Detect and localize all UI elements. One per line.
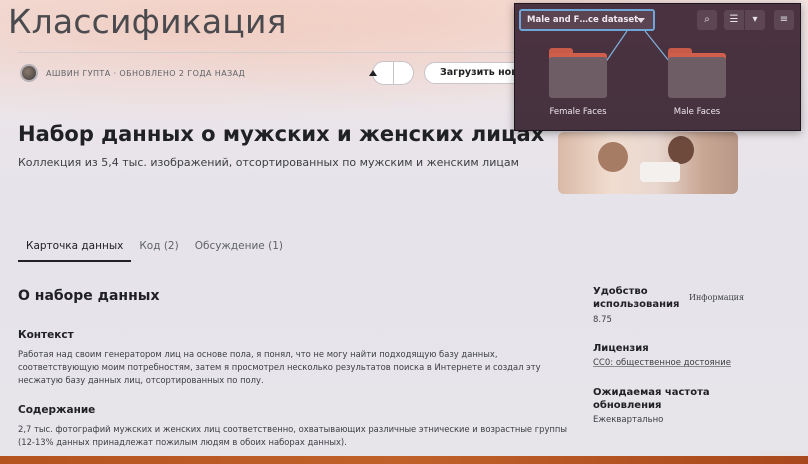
content-text: 2,7 тыс. фотографий мужских и женских ли… (18, 424, 567, 447)
tab-code[interactable]: Код (2) (131, 240, 186, 262)
upvote-arrow-icon (369, 70, 377, 76)
tab-bar: Карточка данных Код (2) Обсуждение (1) (18, 240, 291, 262)
dataset-subtitle: Коллекция из 5,4 тыс. изображений, отсор… (18, 156, 519, 169)
license-link[interactable]: CC0: общественное достояние (593, 358, 731, 368)
content-heading: Содержание (18, 404, 96, 416)
usability-info-link[interactable]: Информация (689, 293, 744, 302)
dataset-title: Набор данных о мужских и женских лицах (18, 122, 545, 146)
vote-divider (393, 62, 394, 84)
folder-label[interactable]: Male Faces (647, 107, 747, 117)
page-title: Классификация (8, 2, 287, 41)
context-text: Работая над своим генератором лиц на осн… (18, 349, 541, 385)
context-heading: Контекст (18, 329, 74, 341)
dataset-cover-image (558, 132, 738, 194)
folder-male-faces[interactable] (668, 48, 726, 98)
file-browser-popup: Male and F…ce dataset ⌕ ☰ ▾ ≡ Female Fac… (514, 3, 801, 131)
folder-female-faces[interactable] (549, 48, 607, 98)
update-frequency-label: Ожидаемая частота обновления (593, 387, 710, 411)
update-frequency-value: Ежеквартально (593, 415, 664, 425)
title-divider (18, 52, 518, 53)
cover-person-shape (668, 136, 694, 164)
cover-laptop-shape (640, 162, 680, 182)
cover-person-shape (598, 142, 628, 172)
usability-label: Удобство использования (593, 286, 680, 310)
folder-label[interactable]: Female Faces (528, 107, 628, 117)
download-button[interactable]: Загрузить новый (424, 62, 524, 84)
bottom-taskbar (0, 456, 808, 464)
author-row: АШВИН ГУПТА · ОБНОВЛЕНО 2 ГОДА НАЗАД (20, 64, 245, 82)
usability-value: 8.75 (593, 315, 612, 325)
tab-discussion[interactable]: Обсуждение (1) (187, 240, 291, 262)
about-heading: О наборе данных (18, 288, 160, 304)
folder-body (668, 57, 726, 98)
avatar[interactable] (20, 64, 38, 82)
upvote-button[interactable] (369, 61, 414, 85)
tab-data-card[interactable]: Карточка данных (18, 240, 132, 262)
license-label: Лицензия (593, 343, 649, 354)
folder-body (549, 57, 607, 98)
author-line: АШВИН ГУПТА · ОБНОВЛЕНО 2 ГОДА НАЗАД (46, 68, 246, 78)
